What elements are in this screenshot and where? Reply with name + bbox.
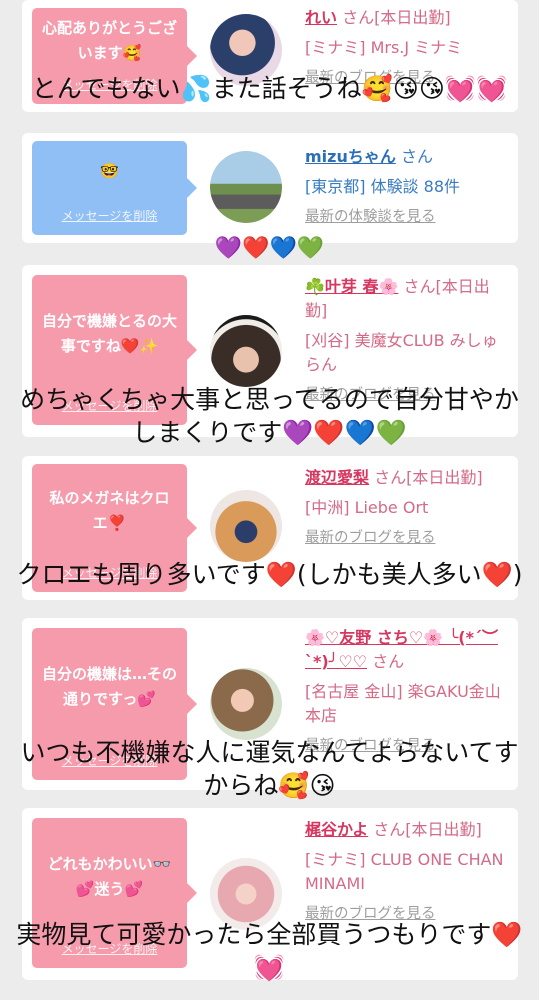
overlay-caption: 💜❤️💙💚 [214, 236, 325, 261]
message-text: 自分で機嫌とるの大事ですね❤️✨ [41, 312, 177, 355]
overlay-caption: とんでもない💦また話そうね🥰😘😘💓💓 [31, 74, 508, 103]
sender-info: mizuちゃん さん [東京都] 体験談 88件 最新の体験談を見る [305, 145, 510, 229]
sender-name[interactable]: ☘️叶芽 春🌸 [305, 277, 398, 296]
shop-link[interactable]: [東京都] 体験談 88件 [305, 175, 510, 199]
message-text: 私のメガネはクロエ❣️ [49, 489, 170, 532]
overlay-caption: 実物見て可愛かったら全部買うつもりです❤️💓 [16, 920, 523, 982]
avatar[interactable] [210, 668, 282, 740]
overlay-caption: いつも不機嫌な人に運気なんてよらないてすからね🥰😘 [20, 738, 519, 800]
latest-link[interactable]: 最新の体験談を見る [305, 205, 510, 229]
sender-name[interactable]: 梶谷かよ [305, 820, 368, 839]
sender-status: さん[本日出勤] [342, 8, 451, 27]
sender-status: さん[本日出勤] [374, 468, 483, 487]
sender-info: 梶谷かよ さん[本日出勤] [ミナミ] CLUB ONE CHAN MINAMI… [305, 818, 510, 926]
avatar[interactable] [210, 315, 282, 387]
shop-link[interactable]: [ミナミ] CLUB ONE CHAN MINAMI [305, 848, 510, 896]
shop-link[interactable]: [ミナミ] Mrs.J ミナミ [305, 36, 510, 60]
message-text: 心配ありがとうございます🥰 [41, 19, 177, 62]
avatar[interactable] [210, 151, 282, 223]
message-bubble: 🤓 メッセージを削除 [32, 141, 197, 235]
sender-status: さん [372, 652, 405, 671]
avatar[interactable] [210, 490, 282, 562]
message-card: 🤓 メッセージを削除 mizuちゃん さん [東京都] 体験談 88件 最新の体… [22, 133, 518, 243]
shop-link[interactable]: [中洲] Liebe Ort [305, 496, 510, 520]
sender-name[interactable]: 渡辺愛梨 [305, 468, 369, 487]
message-text: どれもかわいい👓💕迷う💕 [47, 855, 172, 898]
sender-name[interactable]: mizuちゃん [305, 147, 396, 166]
shop-link[interactable]: [刈谷] 美魔女CLUB みしゅらん [305, 329, 510, 377]
sender-status: さん [400, 147, 433, 166]
message-text: 🤓 [100, 162, 119, 180]
overlay-caption: クロエも周り多いです❤️(しかも美人多い❤️) [16, 560, 523, 589]
sender-status: さん[本日出勤] [373, 820, 482, 839]
overlay-caption: めちゃくちゃ大事と思ってるので自分甘やかしまくりです💜❤️💙💚 [20, 385, 519, 447]
delete-message-link[interactable]: メッセージを削除 [32, 204, 187, 229]
sender-info: 渡辺愛梨 さん[本日出勤] [中洲] Liebe Ort 最新のブログを見る [305, 466, 510, 550]
message-text: 自分の機嫌は…その通りですっ💕 [41, 665, 177, 708]
shop-link[interactable]: [名古屋 金山] 楽GAKU金山本店 [305, 680, 510, 728]
sender-name[interactable]: れい [305, 8, 337, 27]
latest-link[interactable]: 最新のブログを見る [305, 526, 510, 550]
